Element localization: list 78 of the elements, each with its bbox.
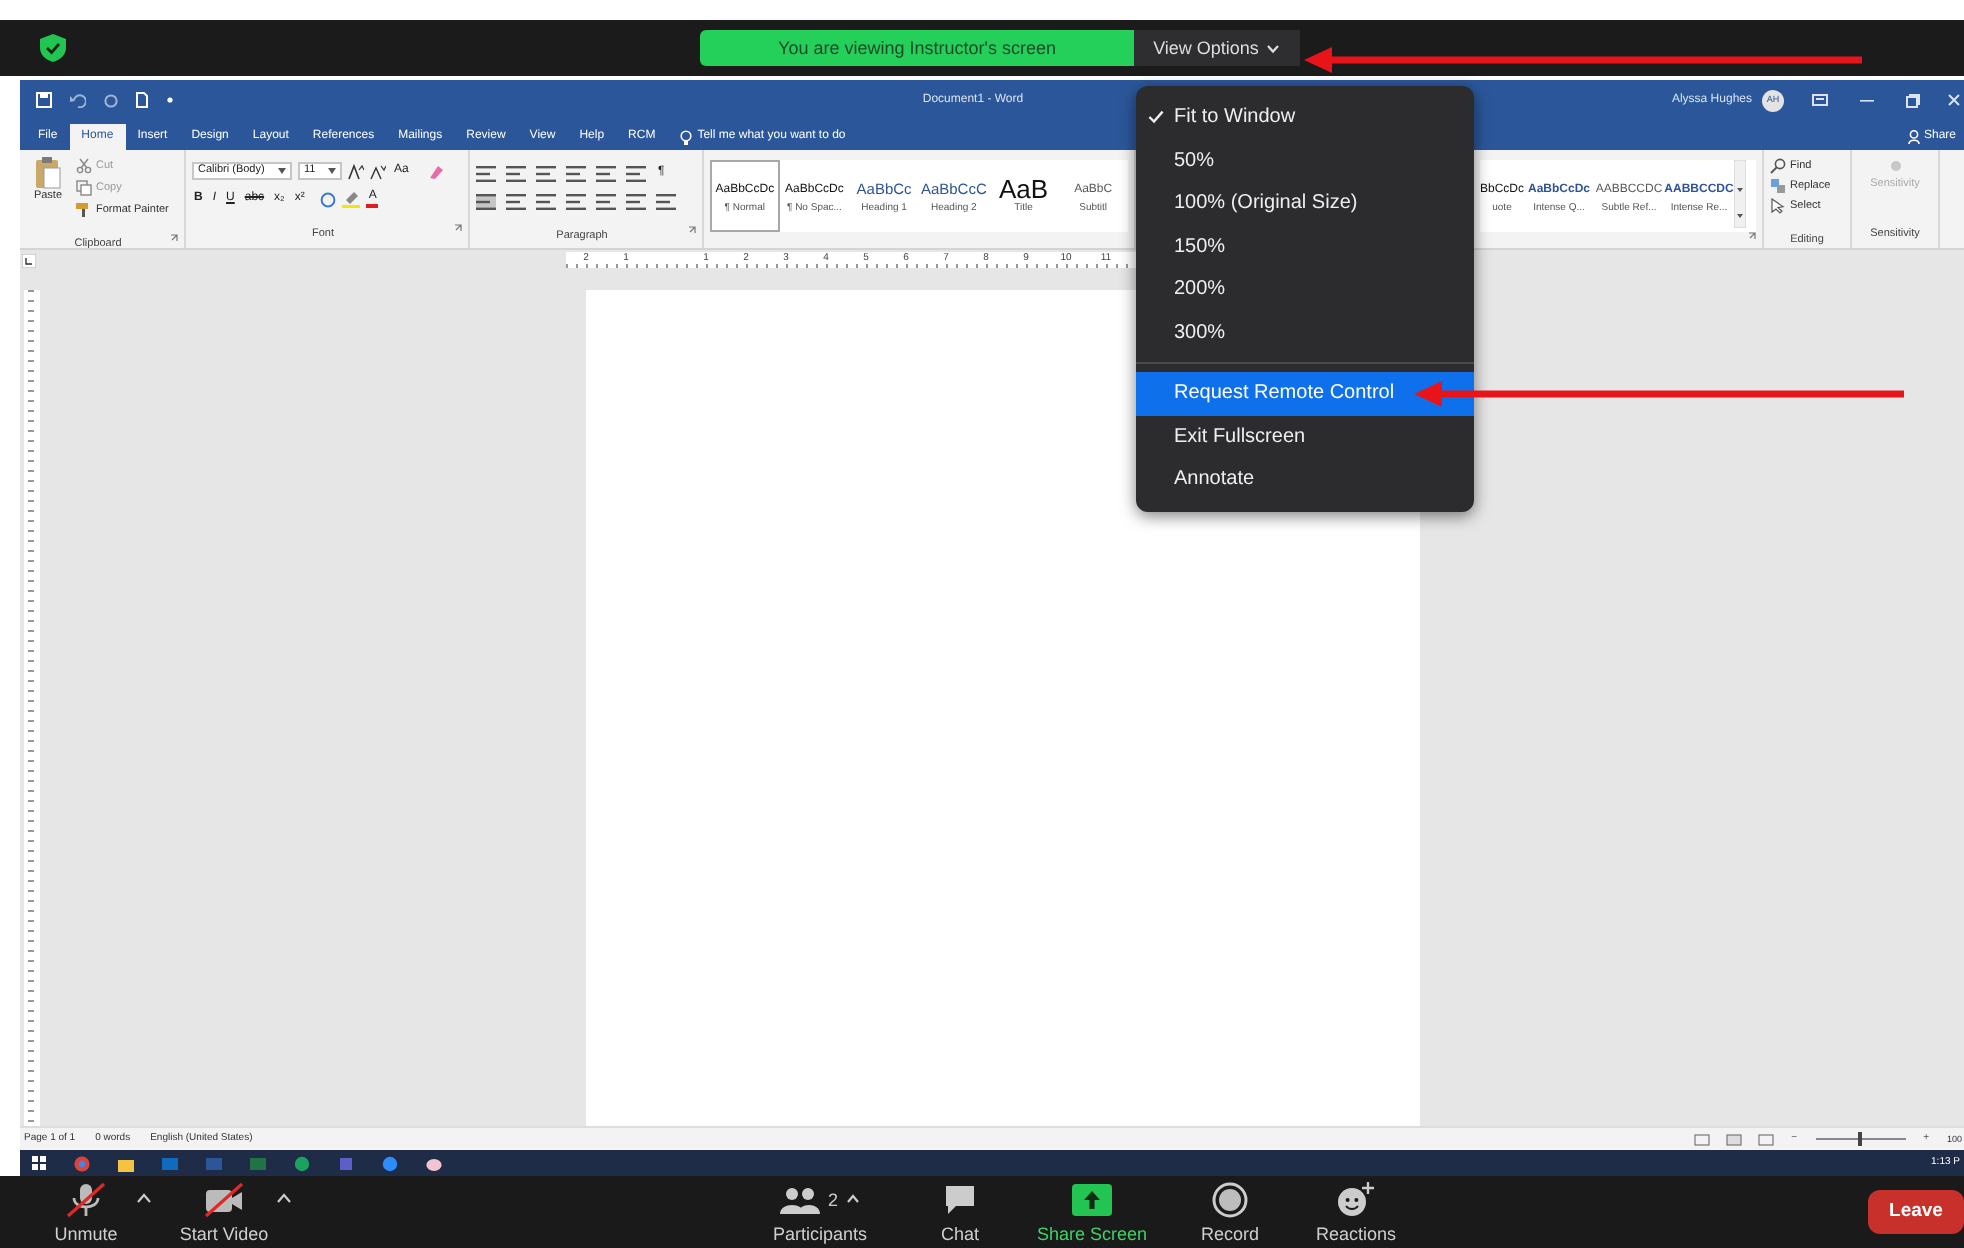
copy-icon [76, 180, 92, 196]
slider-thumb[interactable] [1858, 1132, 1863, 1146]
restore-icon[interactable] [1906, 93, 1920, 107]
grow-font-icon[interactable] [348, 163, 364, 179]
decrease-indent-icon[interactable] [566, 165, 586, 181]
toolbar-button[interactable]: Reactions [1306, 1179, 1406, 1245]
cursor-icon [1770, 198, 1786, 214]
multilevel-list-icon[interactable] [536, 165, 556, 181]
mail-app-icon[interactable] [162, 1155, 178, 1171]
chevron-down-icon [1266, 43, 1281, 53]
shrink-font-icon[interactable] [370, 163, 386, 179]
video-app-icon[interactable] [382, 1155, 398, 1171]
dialog-launcher-icon[interactable] [1748, 232, 1756, 240]
menu-item[interactable]: Request Remote Control [1136, 372, 1474, 415]
browser-icon[interactable] [74, 1155, 90, 1171]
record-icon [1212, 1181, 1248, 1218]
caret-icon [278, 168, 286, 174]
share-screen-icon [1072, 1183, 1112, 1216]
center-icon[interactable] [506, 193, 526, 209]
increase-indent-icon[interactable] [596, 165, 616, 181]
menu-item[interactable]: Exit Fullscreen [1136, 415, 1474, 458]
ribbon-display-icon[interactable] [1812, 94, 1828, 106]
save-icon[interactable] [36, 92, 52, 108]
view-options-button[interactable]: View Options [1134, 30, 1300, 66]
people-icon [779, 1185, 820, 1214]
screen-share-banner: You are viewing Instructor's screen [700, 30, 1134, 66]
team-app-icon[interactable] [338, 1155, 354, 1171]
smiley-plus-icon [1336, 1181, 1376, 1218]
menu-item[interactable]: 100% (Original Size) [1136, 182, 1474, 225]
toolbar-button[interactable]: Unmute [36, 1179, 136, 1245]
spreadsheet-app-icon[interactable] [250, 1155, 266, 1171]
numbering-icon[interactable] [506, 165, 526, 181]
caret-up-icon[interactable] [846, 1194, 860, 1205]
caret-icon [328, 168, 336, 174]
tab-selector-icon[interactable] [22, 253, 36, 267]
person-icon [1907, 130, 1920, 144]
dialog-launcher-icon[interactable] [688, 226, 696, 235]
highlighter-icon[interactable] [342, 190, 361, 208]
windows-icon[interactable] [32, 1156, 46, 1170]
minimize-icon[interactable] [1860, 94, 1874, 106]
dialog-launcher-icon[interactable] [454, 224, 462, 233]
caret-up-icon[interactable] [136, 1192, 152, 1204]
dialog-launcher-icon[interactable] [170, 234, 178, 243]
menu-item[interactable]: 50% [1136, 139, 1474, 182]
gallery-scroll-icon[interactable] [1734, 160, 1746, 228]
align-left-icon[interactable] [476, 193, 496, 209]
search-icon [1770, 158, 1786, 174]
chat-app-icon[interactable] [294, 1155, 310, 1171]
replace-icon [1770, 178, 1786, 194]
clipboard-icon [34, 156, 62, 190]
undo-icon[interactable] [70, 93, 86, 107]
menu-item[interactable]: 300% [1136, 311, 1474, 354]
clear-formatting-icon[interactable] [428, 163, 445, 179]
folder-icon[interactable] [118, 1155, 134, 1171]
justify-icon[interactable] [566, 193, 586, 209]
align-right-icon[interactable] [536, 193, 556, 209]
paint-app-icon[interactable] [426, 1155, 442, 1171]
paintbrush-icon [76, 202, 92, 218]
menu-item[interactable]: Annotate [1136, 458, 1474, 501]
toolbar-button[interactable]: Chat [930, 1179, 990, 1245]
customize-icon[interactable] [166, 96, 174, 104]
close-icon[interactable] [1948, 94, 1960, 106]
toolbar-button[interactable]: Start Video [172, 1179, 276, 1245]
text-effects-icon[interactable] [320, 191, 337, 207]
sensitivity-icon [1889, 160, 1901, 172]
bullets-icon[interactable] [476, 165, 496, 181]
caret-up-icon[interactable] [276, 1192, 292, 1204]
leave-button[interactable]: Leave [1868, 1190, 1964, 1234]
toolbar-button[interactable]: 2 Participants [756, 1179, 884, 1245]
shield-icon [40, 34, 66, 62]
scissors-icon [76, 158, 92, 174]
new-document-icon[interactable] [136, 92, 148, 108]
menu-item[interactable]: 200% [1136, 268, 1474, 311]
toolbar-button[interactable]: Share Screen [1030, 1179, 1154, 1245]
speech-bubble-icon [942, 1181, 978, 1218]
menu-item[interactable]: Fit to Window [1136, 96, 1474, 139]
lightbulb-icon [679, 129, 692, 145]
toolbar-button[interactable]: Record [1190, 1179, 1270, 1245]
